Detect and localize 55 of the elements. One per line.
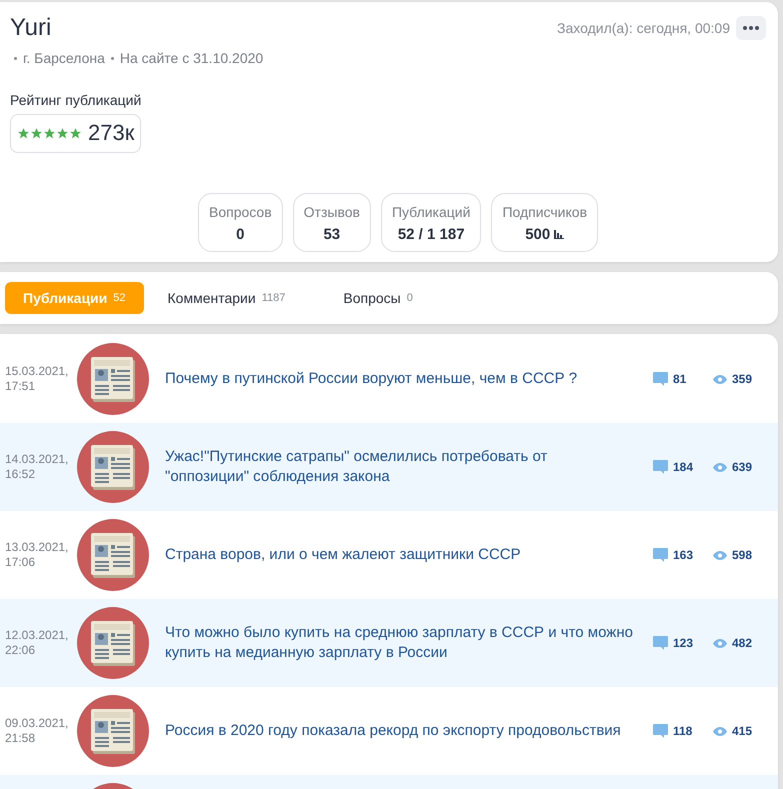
post-title-link[interactable]: Что можно было купить на среднюю зарплату в СССР и что можно купить на медианную зарплату в России: [149, 623, 653, 663]
comment-icon: [653, 372, 668, 386]
stat-card[interactable]: Публикаций 52 / 1 187: [380, 193, 482, 252]
view-count: 482: [732, 636, 752, 650]
location: г. Барселона: [23, 50, 105, 66]
comment-count: 163: [673, 548, 694, 562]
stat-value: 0: [236, 226, 244, 243]
eye-icon: [713, 638, 727, 648]
view-count: 415: [732, 724, 752, 738]
rating-label: Рейтинг публикаций: [10, 92, 142, 108]
comment-icon: [653, 548, 668, 562]
comment-count: 118: [673, 724, 692, 738]
post-date: 13.03.2021, 17:06: [5, 540, 70, 570]
stat-value: 52 / 1 187: [398, 226, 465, 243]
stat-card[interactable]: Подписчиков 500: [491, 193, 598, 252]
stat-label: Публикаций: [392, 204, 470, 220]
more-button[interactable]: [736, 16, 766, 40]
eye-icon: [713, 462, 727, 472]
comment-icon: [653, 636, 668, 650]
comment-count: 81: [673, 372, 686, 386]
tab[interactable]: Комментарии 1187: [150, 282, 304, 314]
eye-icon: [713, 726, 727, 736]
comment-count: 184: [673, 460, 694, 474]
stat-card[interactable]: Вопросов 0: [198, 193, 283, 252]
stat-label: Подписчиков: [502, 204, 588, 220]
view-count: 598: [732, 548, 752, 562]
post-date: 15.03.2021, 17:51: [5, 364, 70, 394]
bullet-icon: [110, 56, 114, 60]
view-count: 359: [732, 372, 752, 386]
comment-count: 123: [673, 636, 694, 650]
eye-icon: [713, 550, 727, 560]
view-count: 639: [732, 460, 752, 474]
stat-label: Вопросов: [208, 204, 272, 220]
post-date: 14.03.2021, 16:52: [5, 452, 70, 482]
member-since: На сайте с 31.10.2020: [120, 50, 264, 66]
comment-icon: [653, 460, 668, 474]
eye-icon: [713, 374, 727, 384]
bullet-icon: [14, 56, 17, 60]
post-title-link[interactable]: Ужас!"Путинские сатрапы" осмелились потребовать от "оппозиции" соблюдения закона: [149, 447, 653, 487]
tab[interactable]: Вопросы 0: [325, 282, 431, 314]
post-date: 12.03.2021, 22:06: [5, 628, 70, 658]
stat-value: 500: [525, 226, 550, 243]
chart-icon: [554, 230, 564, 239]
post-title-link[interactable]: Почему в путинской России воруют меньше, чем в СССР ?: [149, 369, 653, 389]
post-title-link[interactable]: Россия в 2020 году показала рекорд по экспорту продовольствия: [149, 721, 653, 741]
post-date: 09.03.2021, 21:58: [5, 716, 70, 746]
comment-icon: [653, 724, 668, 738]
stat-card[interactable]: Отзывов 53: [292, 193, 371, 252]
last-seen: Заходил(а): сегодня, 00:09: [557, 20, 730, 36]
post-title-link[interactable]: Страна воров, или о чем жалеют защитники СССР: [149, 545, 653, 565]
profile-name: Yuri: [10, 14, 52, 42]
stat-label: Отзывов: [304, 204, 360, 220]
rating-value: 273к: [88, 120, 134, 146]
stat-value: 53: [323, 226, 340, 243]
ellipsis-icon: [743, 26, 759, 30]
